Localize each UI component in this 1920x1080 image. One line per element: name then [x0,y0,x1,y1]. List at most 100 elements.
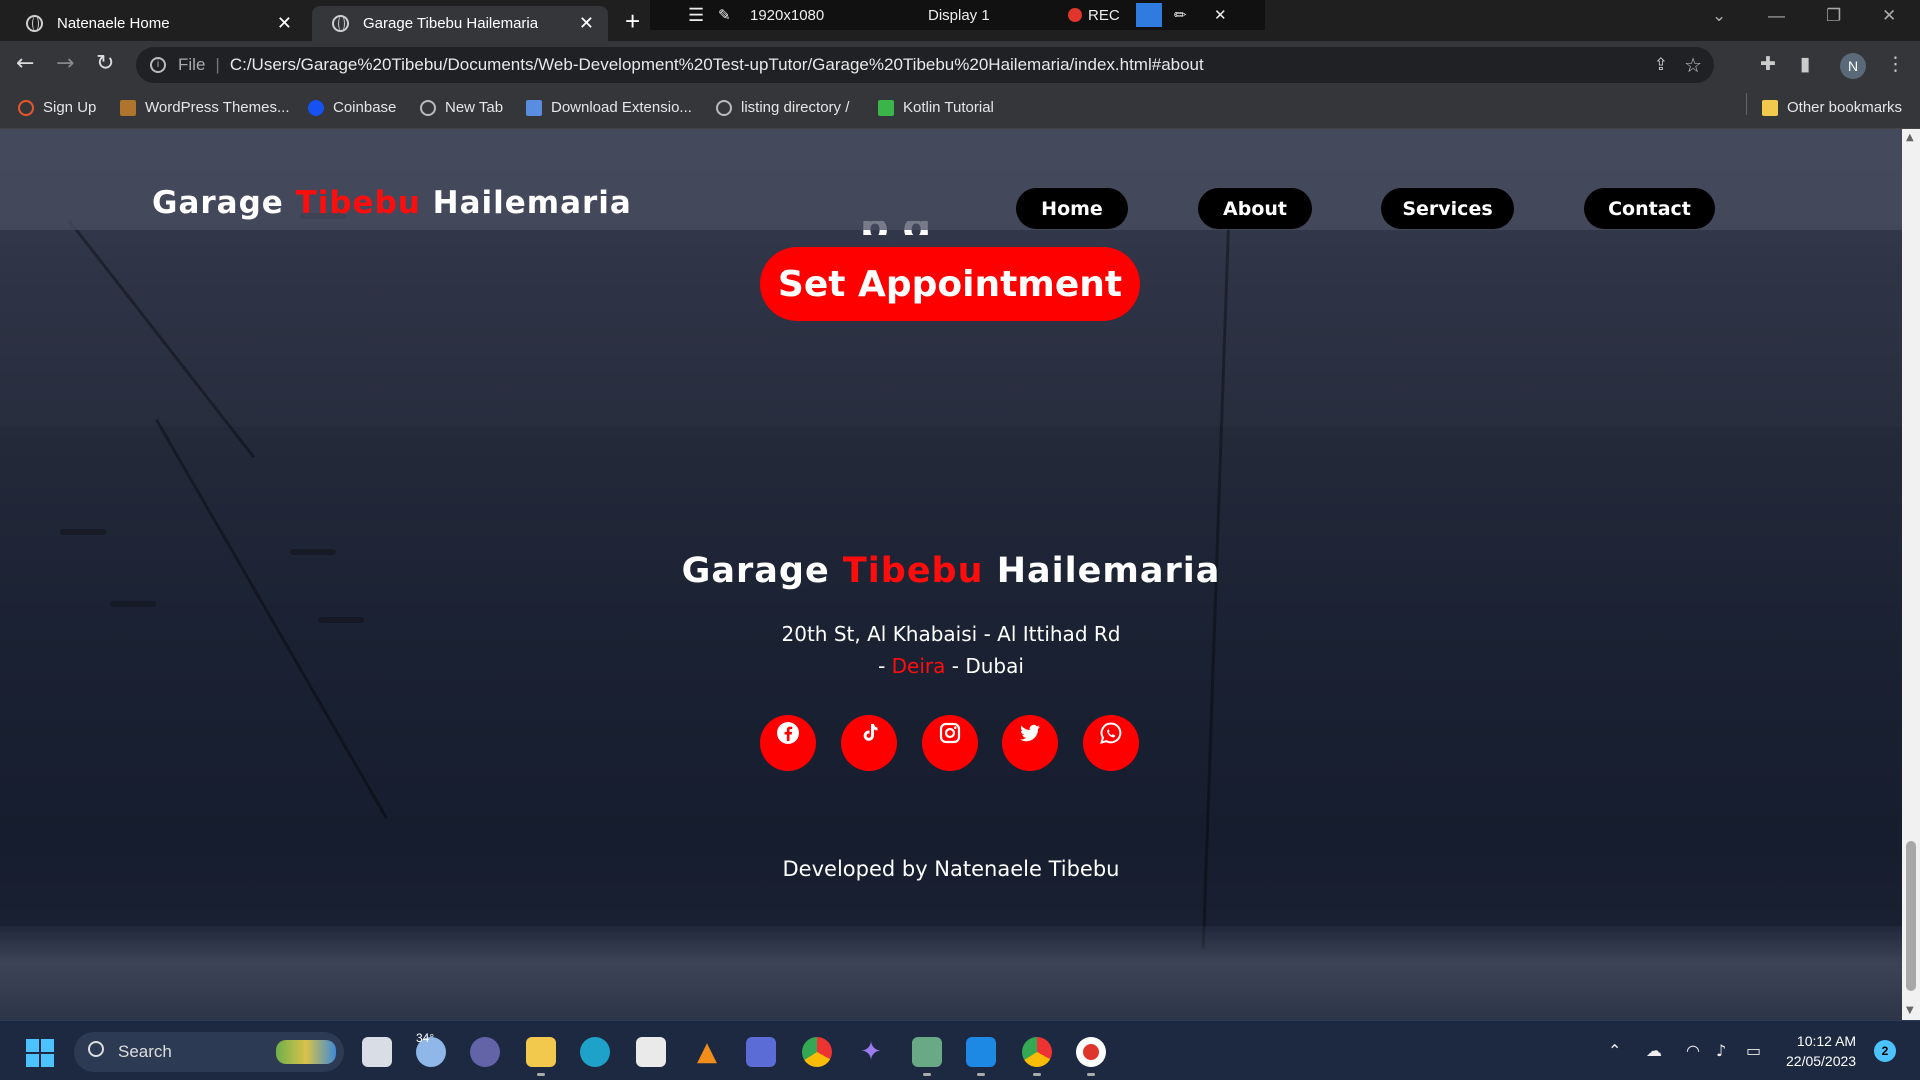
menu-icon[interactable]: ☰ [688,5,704,26]
teams-chat-icon[interactable] [470,1037,500,1067]
set-appointment-button[interactable]: Set Appointment [760,247,1140,321]
close-recorder-icon[interactable]: ✕ [1214,6,1227,24]
bookmark-download-extension[interactable]: Download Extensio... [526,99,692,116]
new-tab-button[interactable]: + [625,6,640,37]
bookmark-kotlin-tutorial[interactable]: Kotlin Tutorial [878,99,994,116]
weather-temp: 34° [416,1031,435,1045]
bookmark-wordpress-themes[interactable]: WordPress Themes... [120,99,290,116]
minimize-icon[interactable]: — [1768,6,1785,26]
bookmark-listing-directory[interactable]: listing directory / [716,99,849,116]
folder-icon [1762,99,1778,116]
floor-reflection [0,926,1902,1020]
battery-icon[interactable]: ▭ [1746,1041,1761,1060]
bookmark-sign-up[interactable]: Sign Up [18,99,96,116]
chrome-icon[interactable] [802,1037,832,1067]
tab-garage-tibebu[interactable]: Garage Tibebu Hailemaria ✕ [312,6,608,41]
address-toolbar: ← → ↻ i File | C:/Users/Garage%20Tibebu/… [0,41,1920,89]
vscode-icon[interactable] [966,1037,996,1067]
nav-about[interactable]: About [1198,188,1312,229]
social-links [760,715,1140,775]
footer-title: Garage Tibebu Hailemaria [681,551,1221,591]
extensions-icon[interactable]: ✚ [1760,53,1776,75]
screen-recorder-icon[interactable] [1076,1037,1106,1067]
tiktok-icon[interactable] [841,715,897,771]
bookmark-icon [120,99,136,116]
twitter-icon[interactable] [1002,715,1058,771]
notification-badge[interactable]: 2 [1874,1040,1896,1062]
taskbar-clock[interactable]: 10:12 AM 22/05/2023 [1786,1031,1856,1071]
scrollbar-thumb[interactable] [1906,841,1916,991]
windows-taskbar: Search 34° ▲ ✦ ⌃ ☁ ◠ ♪ ▭ 10:12 AM 22/05/… [0,1020,1920,1080]
close-window-icon[interactable]: ✕ [1882,6,1896,26]
bookmark-coinbase[interactable]: Coinbase [308,99,396,116]
tab-label: Garage Tibebu Hailemaria [363,15,539,32]
forward-icon[interactable]: → [56,51,74,76]
chevron-down-icon[interactable]: ⌄ [1712,6,1726,26]
page-scrollbar[interactable]: ▲ ▼ [1902,129,1920,1020]
vlc-icon[interactable]: ▲ [692,1037,722,1067]
volume-icon[interactable]: ♪ [1716,1041,1726,1060]
power-automate-icon[interactable] [746,1037,776,1067]
other-bookmarks[interactable]: Other bookmarks [1762,99,1902,116]
record-icon [1068,7,1082,22]
recorder-display[interactable]: Display 1 [928,7,990,24]
pin-icon[interactable]: ✎ [718,6,731,24]
nav-contact[interactable]: Contact [1584,188,1715,229]
copilot-icon[interactable]: ✦ [856,1037,886,1067]
scroll-down-icon[interactable]: ▼ [1906,1005,1914,1016]
scroll-up-icon[interactable]: ▲ [1906,132,1914,143]
chatgpt-app-icon[interactable] [912,1037,942,1067]
reload-icon[interactable]: ↻ [96,51,114,76]
globe-icon [332,15,349,32]
menu-dots-icon[interactable]: ⋮ [1886,53,1905,75]
whatsapp-icon[interactable] [1083,715,1139,771]
site-logo[interactable]: Garage Tibebu Hailemaria [152,185,632,221]
bookmark-new-tab[interactable]: New Tab [420,99,503,116]
taskbar-search[interactable]: Search [74,1032,344,1072]
globe-icon [26,15,43,32]
chevron-up-icon[interactable]: ⌃ [1608,1041,1621,1060]
pencil-icon[interactable]: ✏ [1174,6,1187,24]
task-view-icon[interactable] [362,1037,392,1067]
back-icon[interactable]: ← [16,51,34,76]
globe-icon [420,99,436,116]
globe-icon [716,99,732,116]
close-tab-icon[interactable]: ✕ [579,13,594,34]
share-icon[interactable]: ⇪ [1654,55,1668,75]
instagram-icon[interactable] [922,715,978,771]
screen-recorder-bar: ☰ ✎ 1920x1080 Display 1 REC ✏ ✕ [650,0,1265,30]
developer-credit: Developed by Natenaele Tibebu [782,857,1120,881]
coinbase-icon [308,99,324,116]
recorder-resolution: 1920x1080 [750,6,825,24]
info-icon[interactable]: i [150,57,166,73]
wifi-icon[interactable]: ◠ [1686,1041,1700,1060]
address-line-1: 20th St, Al Khabaisi - Al Ittihad Rd [781,622,1121,646]
tab-label: Natenaele Home [57,15,170,32]
search-icon [88,1041,104,1057]
facebook-icon[interactable] [760,715,816,771]
edge-icon[interactable] [580,1037,610,1067]
side-panel-icon[interactable]: ▮ [1800,53,1810,75]
file-explorer-icon[interactable] [526,1037,556,1067]
page-viewport: p g Garage Tibebu Hailemaria Home About … [0,129,1902,1020]
bookmark-star-icon[interactable]: ☆ [1684,53,1702,78]
record-button[interactable]: REC [1068,7,1120,24]
restore-icon[interactable]: ❐ [1826,6,1841,26]
microsoft-store-icon[interactable] [636,1037,666,1067]
url-field[interactable]: i File | C:/Users/Garage%20Tibebu/Docume… [136,47,1714,83]
onedrive-icon[interactable]: ☁ [1646,1041,1662,1060]
nav-home[interactable]: Home [1016,188,1128,229]
w3schools-icon [878,99,894,116]
site-navbar: Garage Tibebu Hailemaria Home About Serv… [0,129,1902,230]
windows-start-icon[interactable] [26,1039,54,1067]
camera-icon[interactable] [1136,3,1162,27]
close-tab-icon[interactable]: ✕ [277,13,292,34]
chrome-profile-icon[interactable] [1022,1037,1052,1067]
nav-services[interactable]: Services [1381,188,1514,229]
search-highlight-image [276,1040,336,1064]
tab-natenaele-home[interactable]: Natenaele Home ✕ [6,6,306,41]
url-scheme: File [178,55,206,74]
profile-avatar[interactable]: N [1840,53,1866,79]
address-line-2: - Deira - Dubai [878,654,1024,678]
bookmark-icon [18,99,34,116]
